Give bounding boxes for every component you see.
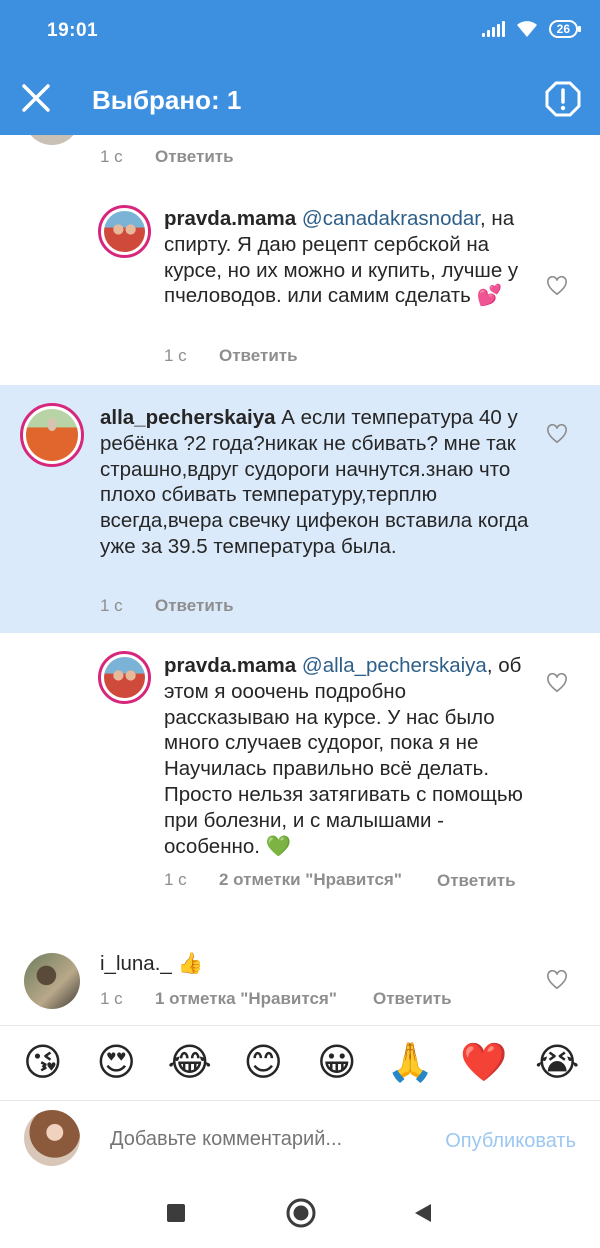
comment-time: 1 с xyxy=(100,147,123,166)
comments-list[interactable]: 1 с Ответить pravda.mama @canadakrasnoda… xyxy=(0,135,600,1025)
reply-button[interactable]: Ответить xyxy=(373,989,452,1009)
emoji-pray-button[interactable]: 🙏 xyxy=(380,1044,440,1082)
likes-count[interactable]: 2 отметки "Нравится" xyxy=(219,870,437,890)
comment-time: 1 с xyxy=(164,346,187,365)
comment-text: pravda.mama @alla_pecherskaiya, об этом … xyxy=(164,653,536,859)
app-bar: Выбрано: 1 xyxy=(0,62,600,135)
reply-button[interactable]: Ответить xyxy=(437,870,516,892)
comment-item[interactable]: i_luna._ 👍 1 с 1 отметка "Нравится" Отве… xyxy=(0,933,600,1025)
back-icon[interactable] xyxy=(412,1202,434,1224)
heart-icon[interactable] xyxy=(546,673,568,693)
heart-icon[interactable] xyxy=(546,970,568,990)
comment-text: i_luna._ 👍 xyxy=(100,951,520,977)
avatar[interactable] xyxy=(20,403,84,467)
emoji-quick-bar: 😘 😍 😂 😊 😀 🙏 ❤️ 😭 xyxy=(0,1025,600,1100)
comment-body: 👍 xyxy=(171,952,204,975)
close-icon xyxy=(22,84,50,112)
reply-button[interactable]: Ответить xyxy=(155,596,234,616)
page-title: Выбрано: 1 xyxy=(92,85,242,115)
emoji-heart-eyes-button[interactable]: 😍 xyxy=(86,1044,146,1082)
reply-button[interactable]: Ответить xyxy=(219,346,298,366)
comment-input[interactable] xyxy=(110,1128,410,1151)
comment-body: , об этом я ооочень подробно рассказываю… xyxy=(164,654,523,858)
comment-username[interactable]: i_luna._ xyxy=(100,952,172,975)
comment-item-selected[interactable]: alla_pecherskaiya А если температура 40 … xyxy=(0,385,600,633)
avatar[interactable] xyxy=(24,135,80,145)
system-nav-bar xyxy=(0,1178,600,1248)
comment-mention[interactable]: @alla_pecherskaiya xyxy=(302,654,487,677)
comment-time: 1 с xyxy=(100,596,123,615)
signal-icon xyxy=(481,21,505,37)
comment-mention[interactable]: @canadakrasnodar xyxy=(302,207,480,230)
comment-meta: 1 с Ответить xyxy=(164,346,298,366)
emoji-cry-button[interactable]: 😭 xyxy=(527,1044,587,1082)
status-icons: 26 xyxy=(481,20,582,38)
comment-username[interactable]: alla_pecherskaiya xyxy=(100,406,276,429)
battery-icon: 26 xyxy=(548,20,582,38)
heart-icon[interactable] xyxy=(546,424,568,444)
comment-item[interactable]: 1 с Ответить xyxy=(0,135,600,185)
comment-meta: 1 с Ответить xyxy=(100,147,234,167)
emoji-grin-button[interactable]: 😀 xyxy=(307,1044,367,1082)
comment-meta: 1 с 2 отметки "Нравится" Ответить xyxy=(164,870,516,892)
comment-time: 1 с xyxy=(100,989,123,1008)
comment-username[interactable]: pravda.mama xyxy=(164,207,296,230)
comment-item[interactable]: pravda.mama @alla_pecherskaiya, об этом … xyxy=(0,633,600,933)
comment-time: 1 с xyxy=(164,870,187,889)
emoji-smile-button[interactable]: 😊 xyxy=(233,1044,293,1082)
recents-icon[interactable] xyxy=(166,1203,186,1223)
reply-button[interactable]: Ответить xyxy=(155,147,234,167)
home-icon[interactable] xyxy=(285,1197,317,1229)
comment-item[interactable]: pravda.mama @canadakrasnodar, на спирту.… xyxy=(0,185,600,385)
report-button[interactable] xyxy=(544,80,582,118)
avatar[interactable] xyxy=(98,651,151,704)
emoji-red-heart-button[interactable]: ❤️ xyxy=(454,1044,514,1082)
wifi-icon xyxy=(516,21,537,37)
comment-text: pravda.mama @canadakrasnodar, на спирту.… xyxy=(164,206,534,309)
likes-count[interactable]: 1 отметка "Нравится" xyxy=(155,989,373,1009)
comment-meta: 1 с 1 отметка "Нравится" Ответить xyxy=(100,989,452,1009)
close-button[interactable] xyxy=(16,78,56,118)
emoji-kiss-button[interactable]: 😘 xyxy=(13,1044,73,1082)
status-time: 19:01 xyxy=(47,20,99,41)
status-bar: 19:01 26 xyxy=(0,0,600,62)
avatar[interactable] xyxy=(98,205,151,258)
emoji-laugh-button[interactable]: 😂 xyxy=(160,1044,220,1082)
comment-text: alla_pecherskaiya А если температура 40 … xyxy=(100,405,530,560)
heart-icon[interactable] xyxy=(546,276,568,296)
publish-button[interactable]: Опубликовать xyxy=(445,1130,576,1153)
alert-octagon-icon xyxy=(545,81,581,117)
avatar[interactable] xyxy=(24,953,80,1009)
my-avatar xyxy=(24,1110,80,1166)
comment-compose-bar: Опубликовать xyxy=(0,1100,600,1178)
comment-meta: 1 с Ответить xyxy=(100,596,234,616)
comment-username[interactable]: pravda.mama xyxy=(164,654,296,677)
